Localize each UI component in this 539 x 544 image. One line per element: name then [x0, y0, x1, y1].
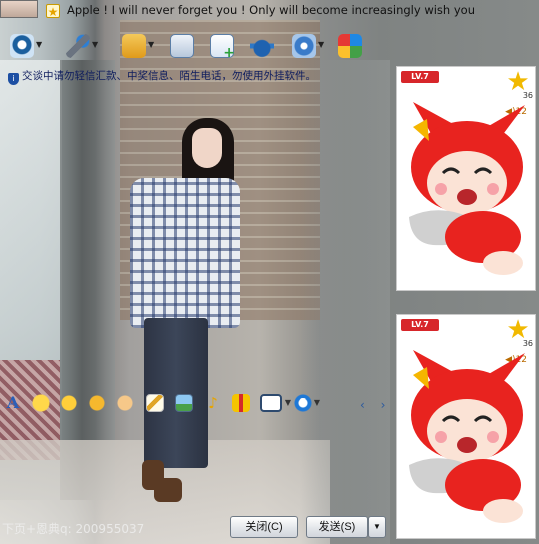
group-button[interactable] — [248, 32, 286, 60]
chevron-down-icon[interactable]: ▼ — [318, 41, 326, 49]
microphone-icon — [66, 34, 90, 58]
create-note-button[interactable] — [208, 32, 246, 61]
chat-toolbar: ▼ ▼ ▼ ▼ — [8, 32, 368, 62]
voice-call-button[interactable]: ▼ — [64, 32, 102, 60]
font-icon[interactable]: A — [4, 394, 22, 412]
note-add-icon — [210, 34, 235, 61]
fox-avatar-image — [409, 102, 525, 275]
person-plaid-shirt — [130, 178, 240, 328]
gift-icon[interactable] — [232, 394, 250, 412]
my-show-card[interactable]: LV.7 ★ 36 ◀)12 — [396, 314, 536, 539]
send-mail-button[interactable] — [168, 32, 206, 60]
wave-hand-icon[interactable] — [116, 394, 134, 412]
app-globe-icon — [338, 34, 362, 58]
settings-button[interactable]: ▼ — [290, 32, 328, 60]
contact-avatar[interactable] — [0, 0, 38, 18]
input-toolbar: A ♪ ▼ S ▼ — [2, 392, 332, 416]
pen-icon[interactable] — [146, 394, 164, 412]
security-notice: i 交谈中请勿轻信汇款、中奖信息、陌生电话，勿使用外挂软件。 — [8, 68, 388, 85]
send-file-button[interactable]: ▼ — [120, 32, 158, 60]
music-icon[interactable]: ♪ — [204, 394, 222, 412]
contact-signature: Apple ! I will never forget you ! Only w… — [67, 3, 475, 17]
chevron-down-icon[interactable]: ▼ — [283, 394, 293, 412]
chat-header: ★ Apple ! I will never forget you ! Only… — [0, 0, 539, 26]
close-button[interactable]: 关闭(C) — [230, 516, 298, 538]
chevron-down-icon[interactable]: ▼ — [92, 41, 100, 49]
security-notice-text: 交谈中请勿轻信汇款、中奖信息、陌生电话，勿使用外挂软件。 — [22, 70, 316, 82]
mail-icon — [170, 34, 194, 58]
contact-show-card[interactable]: LV.7 ★ 36 ◀)12 — [396, 66, 536, 291]
background-fade — [300, 60, 390, 544]
soso-icon[interactable]: S — [294, 394, 312, 412]
person-face — [192, 128, 222, 168]
show-panel: LV.7 ★ 36 ◀)12 LV.7 ★ 36 ◀)12 — [393, 64, 539, 544]
video-camera-icon — [10, 34, 34, 58]
chevron-down-icon[interactable]: ▼ — [312, 394, 322, 412]
gear-icon — [292, 34, 316, 58]
video-call-button[interactable]: ▼ — [8, 32, 46, 60]
screenshot-icon[interactable] — [260, 394, 282, 412]
send-button[interactable]: 发送(S) — [306, 516, 368, 538]
person-shoe-right — [154, 478, 182, 502]
emoji-face-icon[interactable] — [60, 394, 78, 412]
magic-face-icon[interactable] — [88, 394, 106, 412]
image-icon[interactable] — [175, 394, 193, 412]
apps-button[interactable] — [336, 32, 374, 60]
message-nav-arrows[interactable]: ‹ › — [360, 398, 391, 412]
smiley-icon[interactable] — [32, 394, 50, 412]
level-badge: LV.7 — [401, 71, 439, 83]
chevron-down-icon[interactable]: ▼ — [148, 41, 156, 49]
send-options-button[interactable]: ▼ — [368, 516, 386, 538]
chevron-down-icon[interactable]: ▼ — [36, 41, 44, 49]
folder-arrow-icon — [122, 34, 146, 58]
background-person — [120, 118, 240, 518]
shield-icon: i — [8, 73, 19, 85]
level-badge: LV.7 — [401, 319, 439, 331]
footer-text: 下页+恩典q: 200955037 — [2, 522, 145, 536]
graduation-hat-icon — [250, 34, 274, 58]
background-window-frame — [60, 60, 115, 500]
fox-avatar-image — [409, 350, 525, 523]
vip-star-icon[interactable]: ★ — [46, 4, 60, 19]
